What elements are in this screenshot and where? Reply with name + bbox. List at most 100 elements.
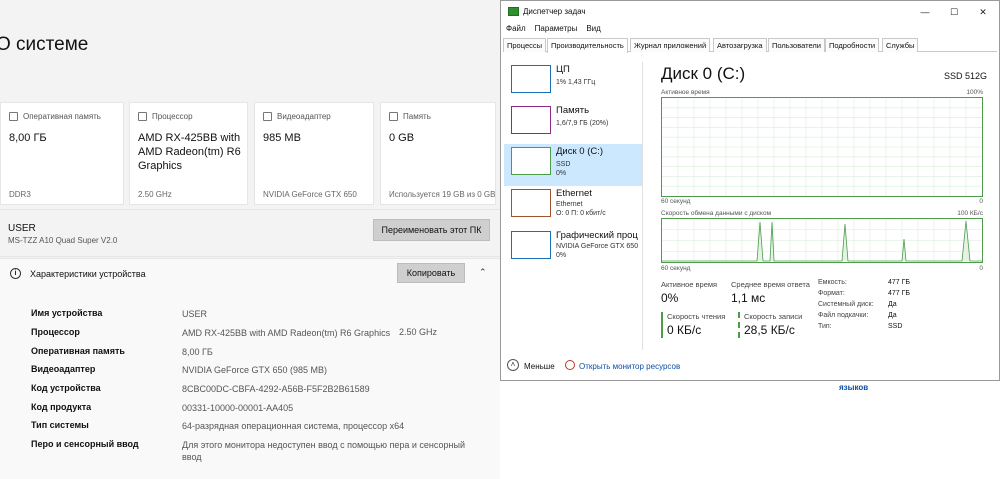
spec-label: Перо и сенсорный ввод (31, 439, 139, 449)
prop-label: Формат: (818, 290, 845, 297)
menu-bar: Файл Параметры Вид (506, 24, 601, 33)
resource-name: Ethernet (556, 188, 592, 199)
prop-value: 477 ГБ (888, 279, 911, 286)
resource-sub: 0% (556, 252, 567, 259)
stat-label: Среднее время ответа (731, 280, 810, 289)
tab-details[interactable]: Подробности (825, 38, 880, 52)
stat-label: Скорость чтения (667, 312, 726, 321)
stat-read: 0 КБ/с (667, 323, 702, 337)
close-icon[interactable]: ✕ (973, 4, 993, 20)
graph-label: Скорость обмена данными с диском (661, 210, 772, 217)
prop-value: SSD (888, 323, 903, 330)
resource-monitor-icon[interactable] (565, 360, 575, 370)
transfer-rate-graph (661, 218, 983, 263)
spec-label: Оперативная память (31, 346, 125, 356)
tab-processes[interactable]: Процессы (503, 38, 547, 52)
ethernet-thumbnail (511, 189, 551, 217)
spec-value: USER (182, 309, 208, 319)
active-time-graph (661, 97, 983, 197)
card-footer: NVIDIA GeForce GTX 650 (263, 190, 357, 199)
maximize-icon[interactable]: ☐ (944, 4, 964, 20)
resource-sub: Ethernet (556, 201, 583, 208)
disk-detail: Диск 0 (C:) SSD 512G Активное время 100%… (658, 54, 993, 350)
copy-button[interactable]: Копировать (397, 263, 465, 283)
processor-icon (138, 112, 147, 121)
task-manager-window: Диспетчер задач — ☐ ✕ Файл Параметры Вид… (500, 0, 1000, 381)
spec-label: Код устройства (31, 383, 101, 393)
stat-label: Скорость записи (744, 312, 803, 321)
graph-max: 100 КБ/с (957, 210, 983, 217)
resource-ethernet[interactable]: Ethernet Ethernet О: 0 П: 0 кбит/с (504, 186, 642, 228)
resource-sub: О: 0 П: 0 кбит/с (556, 210, 606, 217)
resource-list: ЦП 1% 1,43 ГГц Память 1,6/7,9 ГБ (20%) Д… (503, 62, 643, 350)
card-value: AMD RX-425BB with AMD Radeon(tm) R6 Grap… (138, 132, 241, 172)
graph-max: 100% (966, 89, 983, 96)
window-title: Диспетчер задач (523, 7, 586, 16)
menu-file[interactable]: Файл (506, 24, 526, 33)
tab-users[interactable]: Пользователи (768, 38, 825, 52)
spec-label: Код продукта (31, 402, 92, 412)
resource-disk[interactable]: Диск 0 (C:) SSD 0% (504, 144, 642, 186)
disk-model: SSD 512G (943, 71, 987, 81)
resource-memory[interactable]: Память 1,6/7,9 ГБ (20%) (504, 103, 642, 145)
card-ram: Оперативная память 8,00 ГБ DDR3 (0, 102, 124, 205)
tab-services[interactable]: Службы (882, 38, 919, 52)
device-model: MS-TZZ A10 Quad Super V2.0 (8, 236, 118, 245)
cpu-thumbnail (511, 65, 551, 93)
tab-bar: Процессы Производительность Журнал прило… (503, 38, 997, 53)
stat-label: Активное время (661, 280, 718, 289)
write-marker (738, 312, 740, 338)
tab-performance[interactable]: Производительность (547, 38, 628, 53)
menu-view[interactable]: Вид (586, 24, 600, 33)
card-footer: 2.50 GHz (138, 190, 172, 199)
card-value: 8,00 ГБ (9, 132, 47, 144)
stat-avg-response: 1,1 мс (731, 291, 766, 305)
display-adapter-icon (263, 112, 272, 121)
card-title: Процессор (152, 112, 193, 121)
resource-cpu[interactable]: ЦП 1% 1,43 ГГц (504, 62, 642, 104)
languages-link[interactable]: языков (839, 383, 868, 392)
prop-label: Системный диск: (818, 301, 874, 308)
open-resource-monitor-link[interactable]: Открыть монитор ресурсов (579, 362, 680, 371)
resource-name: Память (556, 105, 590, 116)
stat-active-time: 0% (661, 291, 679, 305)
chevron-up-icon[interactable]: ˄ (507, 359, 519, 371)
fewer-details-button[interactable]: Меньше (524, 362, 555, 371)
resource-name: ЦП (556, 64, 570, 75)
spec-cards: Оперативная память 8,00 ГБ DDR3 Процессо… (0, 102, 500, 205)
graph-min: 0 (979, 265, 983, 272)
graph-time: 60 секунд (661, 198, 691, 205)
menu-options[interactable]: Параметры (535, 24, 578, 33)
resource-gpu[interactable]: Графический проц NVIDIA GeForce GTX 650 … (504, 228, 642, 270)
tab-app-history[interactable]: Журнал приложений (630, 38, 711, 52)
card-title: Видеоадаптер (277, 112, 331, 121)
spec-label: Видеоадаптер (31, 364, 96, 374)
rename-pc-button[interactable]: Переименовать этот ПК (373, 219, 490, 241)
card-footer: DDR3 (9, 190, 31, 199)
minimize-icon[interactable]: — (915, 4, 935, 20)
settings-window: О системе Оперативная память 8,00 ГБ DDR… (0, 0, 500, 479)
resource-name: Графический проц (556, 230, 638, 241)
spec-label: Имя устройства (31, 308, 103, 318)
prop-value: Да (888, 312, 897, 319)
spec-value: 8CBC00DC-CBFA-4292-A56B-F5F2B2B61589 (182, 384, 370, 394)
card-title: Память (403, 112, 431, 121)
chevron-up-icon[interactable]: ⌃ (479, 267, 487, 278)
title-bar[interactable]: Диспетчер задач — ☐ ✕ (501, 1, 999, 23)
resource-sub: 1% 1,43 ГГц (556, 79, 596, 86)
transfer-rate-plot (662, 219, 982, 262)
storage-icon (389, 112, 398, 121)
prop-value: Да (888, 301, 897, 308)
spec-label: Процессор (31, 327, 80, 337)
resource-sub: 0% (556, 170, 567, 177)
spec-value: 8,00 ГБ (182, 347, 213, 357)
specs-title: Характеристики устройства (30, 269, 146, 279)
task-manager-icon (508, 7, 519, 16)
device-name: USER (8, 223, 36, 234)
resource-sub: SSD (556, 161, 571, 168)
resource-sub: 1,6/7,9 ГБ (20%) (556, 120, 609, 127)
tab-startup[interactable]: Автозагрузка (713, 38, 767, 52)
prop-label: Тип: (818, 323, 832, 330)
card-cpu: Процессор AMD RX-425BB with AMD Radeon(t… (129, 102, 248, 205)
memory-icon (9, 112, 18, 121)
